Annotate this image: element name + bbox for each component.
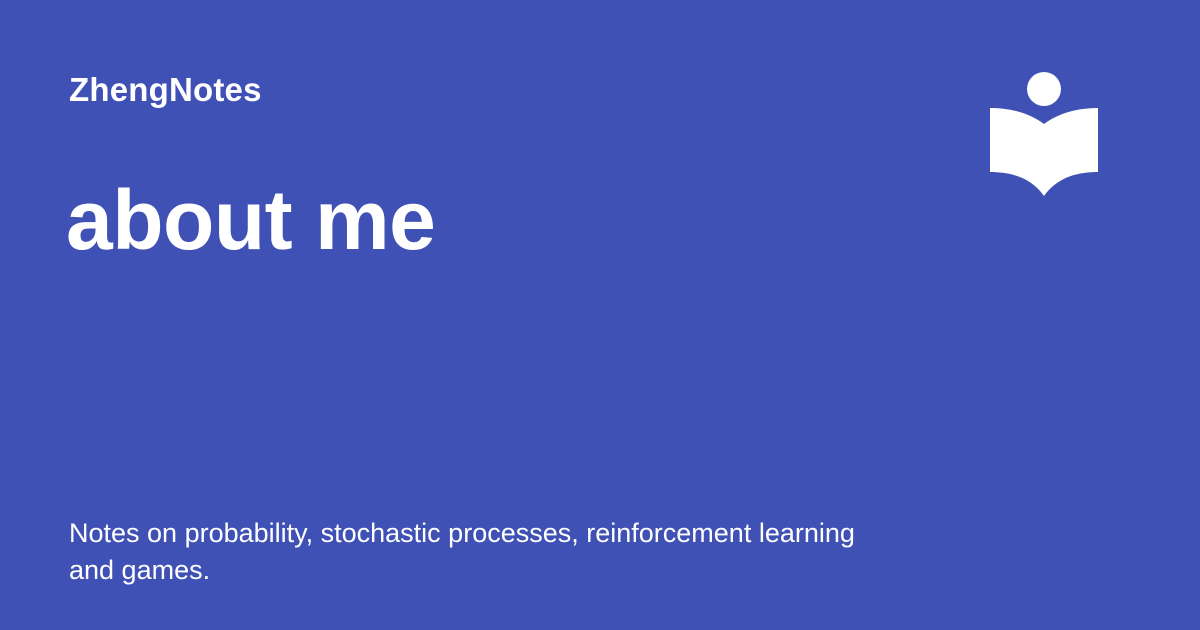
- reader-book-icon: [988, 72, 1100, 196]
- social-card: ZhengNotes about me Notes on probability…: [0, 0, 1200, 630]
- page-title: about me: [66, 173, 436, 267]
- page-description: Notes on probability, stochastic process…: [69, 518, 855, 585]
- site-name: ZhengNotes: [69, 71, 262, 108]
